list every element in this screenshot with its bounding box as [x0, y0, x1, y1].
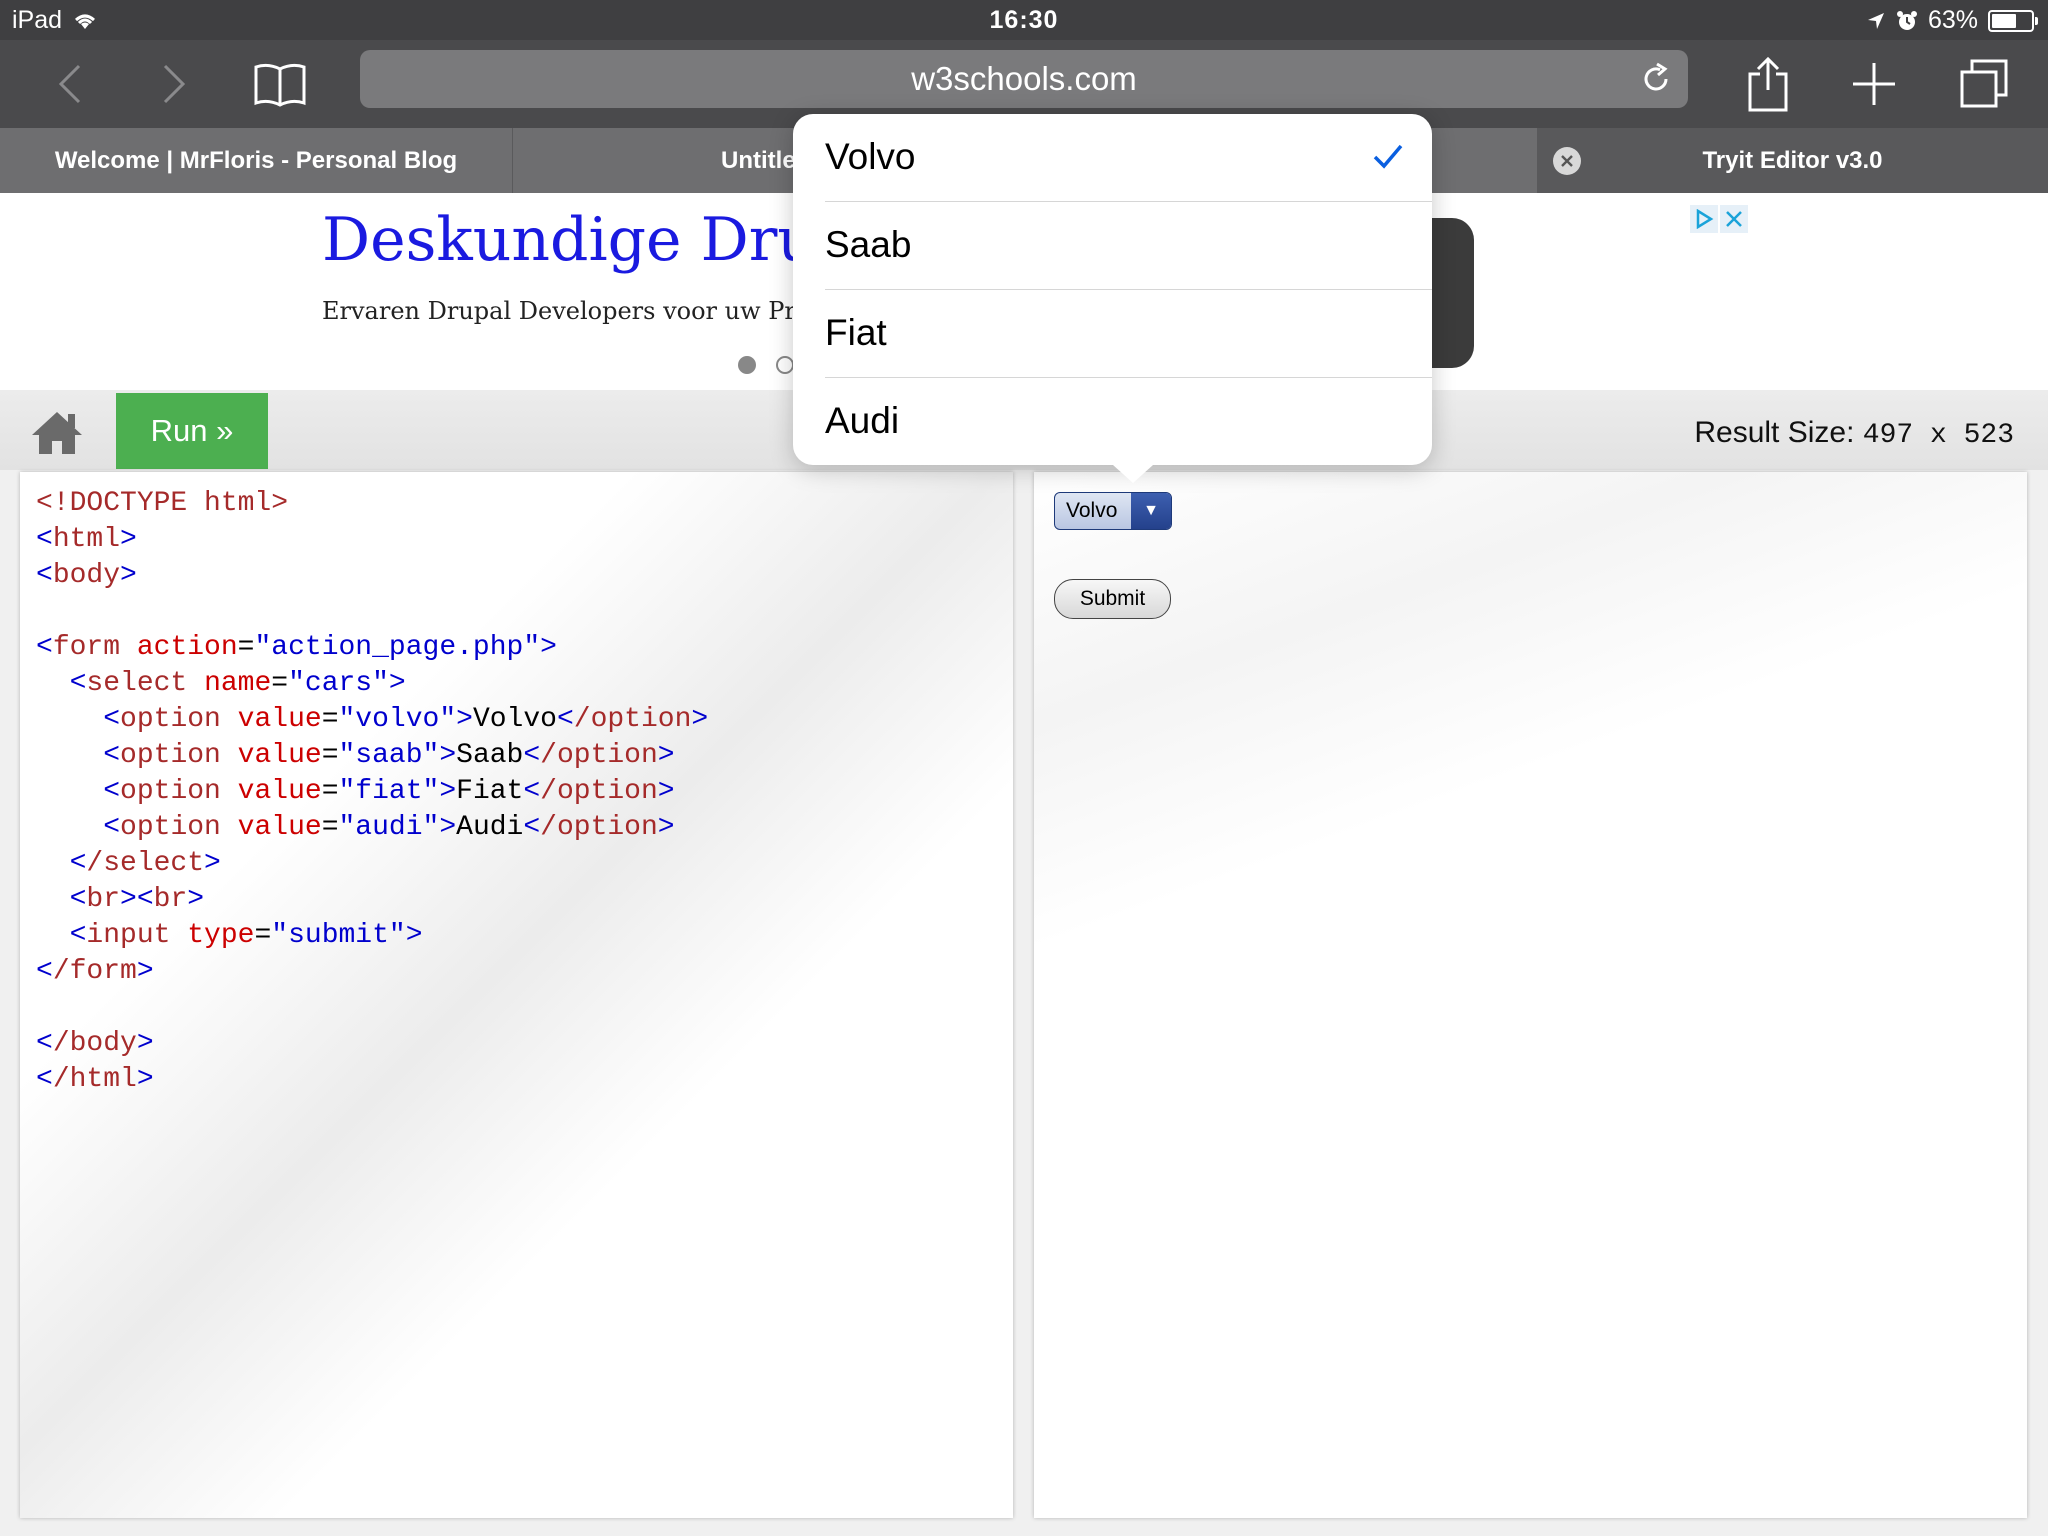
- ad-choices[interactable]: [1690, 205, 1748, 233]
- option-volvo[interactable]: Volvo: [825, 114, 1432, 200]
- address-bar[interactable]: w3schools.com: [360, 50, 1688, 108]
- bookmarks-icon[interactable]: [248, 52, 312, 116]
- close-tab-icon[interactable]: [1553, 147, 1581, 175]
- tab-label: Untitle: [721, 146, 796, 174]
- select-options-popover: Volvo Saab Fiat Audi: [793, 114, 1432, 483]
- result-panel: Volvo ▼ Submit: [1034, 472, 2027, 1518]
- battery-percent: 63%: [1927, 6, 1978, 34]
- ad-carousel-dot-active[interactable]: [738, 356, 756, 374]
- status-time: 16:30: [989, 6, 1059, 34]
- tab-label: Tryit Editor v3.0: [1702, 146, 1883, 174]
- checkmark-icon: [1373, 144, 1403, 169]
- new-tab-icon[interactable]: [1842, 52, 1906, 116]
- adchoices-icon[interactable]: [1690, 205, 1718, 233]
- option-label: Audi: [825, 399, 900, 441]
- ad-close-icon[interactable]: [1720, 205, 1748, 233]
- reload-icon[interactable]: [1638, 61, 1674, 97]
- share-icon[interactable]: [1736, 52, 1800, 116]
- ad-subtitle: Ervaren Drupal Developers voor uw Proble: [322, 297, 848, 325]
- code-editor-text[interactable]: <!DOCTYPE html> <html> <body> <form acti…: [36, 486, 708, 1098]
- forward-icon[interactable]: [142, 52, 206, 116]
- location-arrow-icon: [1867, 12, 1884, 29]
- battery-icon: [1988, 9, 2038, 32]
- tabs-icon[interactable]: [1952, 52, 2016, 116]
- run-button[interactable]: Run »: [116, 393, 268, 469]
- option-label: Saab: [825, 223, 912, 265]
- select-value: Volvo: [1066, 499, 1118, 522]
- result-size-label: Result Size:: [1694, 416, 1855, 449]
- option-label: Fiat: [825, 311, 887, 353]
- status-bar: iPad 16:30 63%: [0, 0, 2048, 40]
- ad-carousel-dot[interactable]: [776, 356, 794, 374]
- home-icon[interactable]: [30, 408, 84, 458]
- tab-mrfloris-blog[interactable]: Welcome | MrFloris - Personal Blog: [0, 128, 513, 193]
- tab-tryit-editor[interactable]: Tryit Editor v3.0: [1537, 128, 2048, 193]
- option-fiat[interactable]: Fiat: [825, 289, 1432, 375]
- chevron-down-icon: ▼: [1131, 493, 1171, 529]
- code-editor-panel[interactable]: <!DOCTYPE html> <html> <body> <form acti…: [20, 472, 1013, 1518]
- tab-label: Welcome | MrFloris - Personal Blog: [54, 146, 458, 174]
- alarm-icon: [1896, 10, 1917, 30]
- url-text: w3schools.com: [911, 60, 1137, 97]
- result-size: Result Size: 497 x 523: [1694, 416, 2014, 451]
- submit-button[interactable]: Submit: [1054, 579, 1171, 619]
- status-right: 63%: [1866, 6, 2038, 35]
- option-saab[interactable]: Saab: [825, 201, 1432, 287]
- ad-title[interactable]: Deskundige Drup: [322, 205, 854, 275]
- result-size-value: 497 x 523: [1862, 420, 2014, 451]
- back-icon[interactable]: [38, 52, 102, 116]
- option-audi[interactable]: Audi: [825, 377, 1432, 463]
- option-label: Volvo: [825, 136, 916, 177]
- cars-select[interactable]: Volvo ▼: [1054, 492, 1172, 530]
- battery-fill: [1992, 13, 2016, 28]
